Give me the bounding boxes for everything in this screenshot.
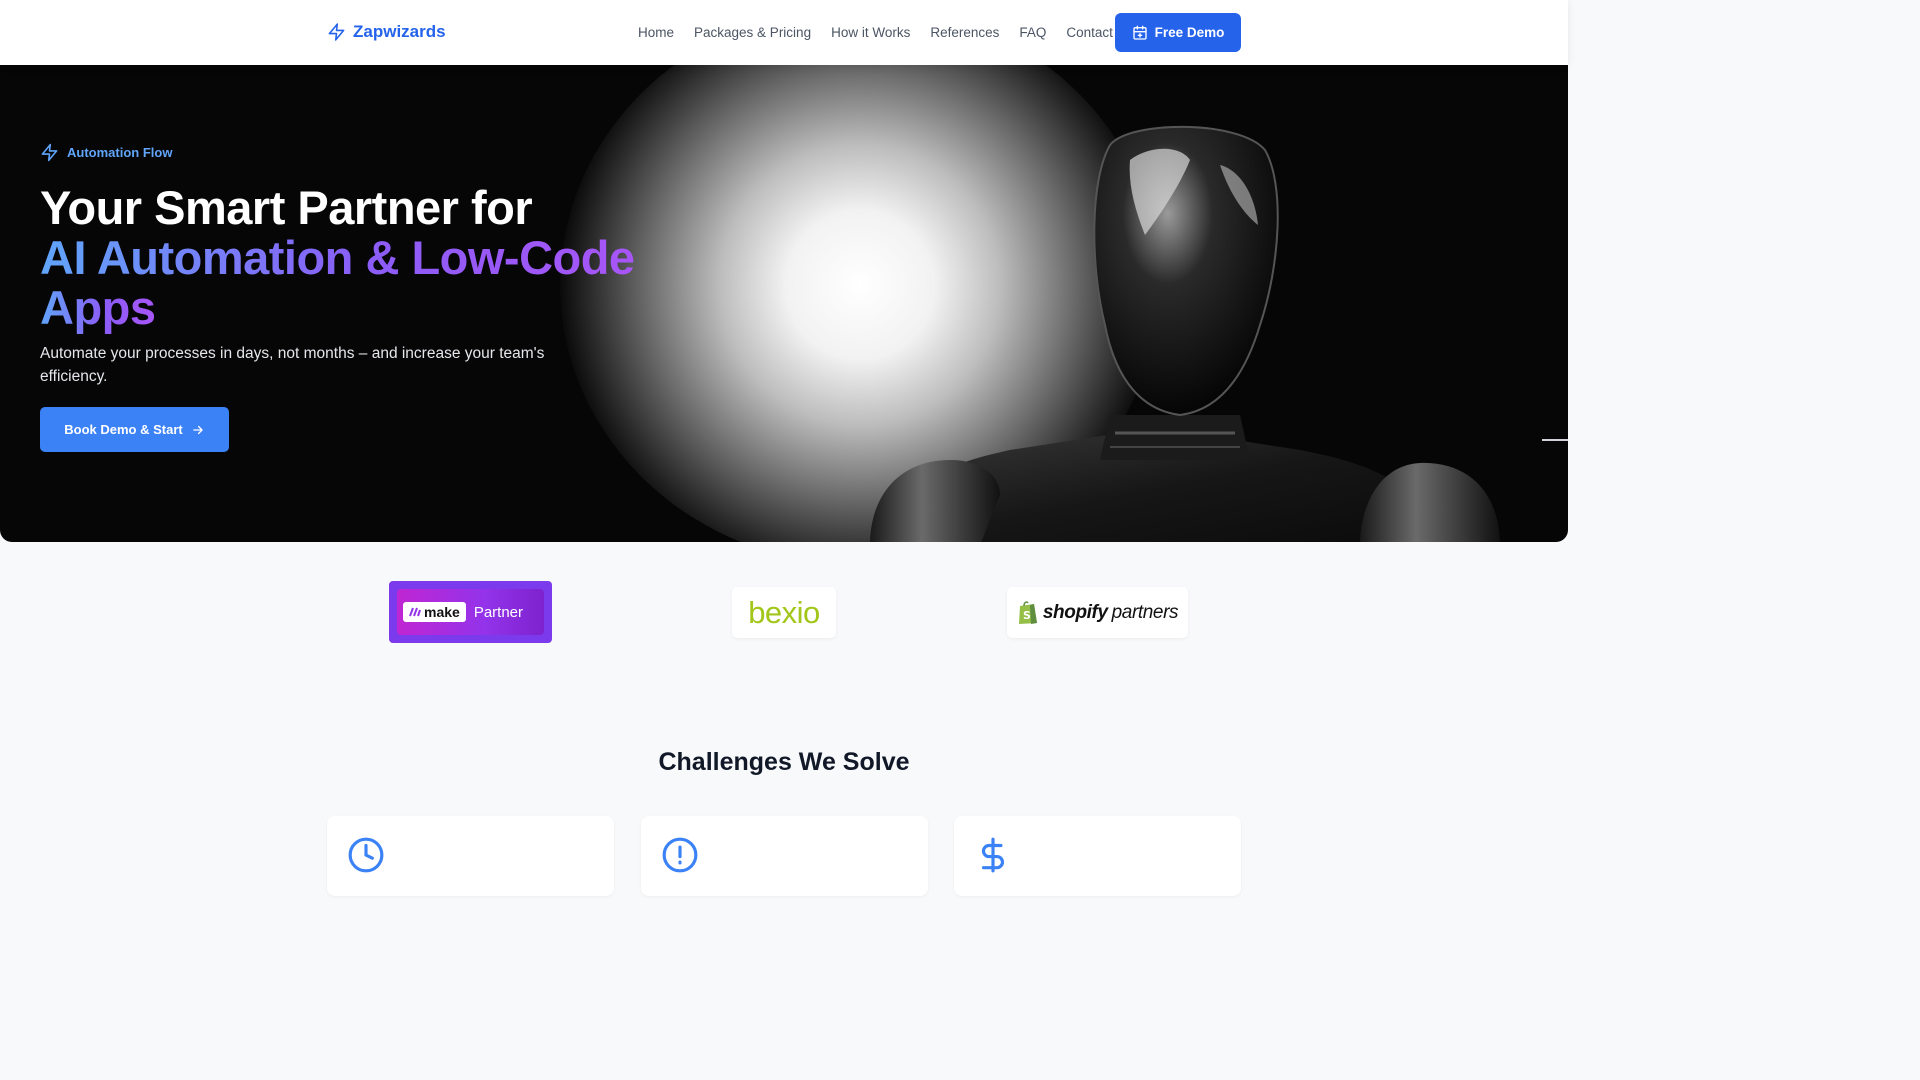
shopify-partners-logo: S shopify partners (1007, 587, 1188, 638)
make-logo: make (403, 602, 466, 622)
hero-section: Automation Flow Your Smart Partner for A… (0, 65, 1568, 542)
challenge-card-costs (954, 816, 1241, 896)
make-mark-icon (409, 607, 421, 617)
hero-eyebrow-label: Automation Flow (67, 145, 173, 160)
arrow-right-icon (193, 425, 203, 434)
book-demo-label: Book Demo & Start (64, 422, 183, 437)
calendar-plus-icon (1132, 25, 1147, 40)
headline-line-1: Your Smart Partner for (40, 181, 533, 234)
shopify-bag-icon: S (1018, 601, 1037, 624)
book-demo-button[interactable]: Book Demo & Start (40, 407, 229, 452)
robot-illustration (870, 125, 1500, 542)
headline-line-3: Apps (40, 281, 156, 334)
lightning-icon (328, 23, 345, 41)
free-demo-label: Free Demo (1154, 25, 1225, 40)
main-nav: Home Packages & Pricing How it Works Ref… (638, 25, 1113, 40)
make-word: make (424, 604, 460, 620)
headline-line-2: AI Automation & Low-Code (40, 231, 635, 284)
make-partner-tag: Partner (473, 603, 524, 621)
hero-eyebrow: Automation Flow (40, 143, 172, 162)
brand-logo[interactable]: Zapwizards (327, 22, 446, 42)
nav-link-faq[interactable]: FAQ (1019, 25, 1046, 40)
make-badge-inner: make Partner (397, 589, 544, 635)
nav-link-references[interactable]: References (930, 25, 999, 40)
challenges-title: Challenges We Solve (658, 748, 910, 776)
free-demo-button[interactable]: Free Demo (1115, 13, 1241, 52)
shopify-partners-tag: partners (1111, 601, 1179, 623)
hero-subtitle: Automate your processes in days, not mon… (40, 345, 545, 385)
bexio-word: bexio (748, 594, 820, 630)
svg-text:S: S (1023, 609, 1031, 622)
nav-link-how-it-works[interactable]: How it Works (831, 25, 910, 40)
nav-link-contact[interactable]: Contact (1066, 25, 1113, 40)
brand-name: Zapwizards (353, 22, 446, 41)
challenge-card-time (327, 816, 614, 896)
nav-link-home[interactable]: Home (638, 25, 674, 40)
hero-divider-line (1542, 439, 1568, 441)
dollar-icon (974, 836, 1012, 874)
lightning-icon (41, 143, 58, 162)
top-navbar: Zapwizards Home Packages & Pricing How i… (0, 0, 1568, 65)
shopify-word: shopify (1042, 601, 1108, 623)
make-partner-badge: make Partner (389, 581, 552, 643)
clock-icon (347, 836, 385, 874)
nav-link-packages[interactable]: Packages & Pricing (694, 25, 811, 40)
hero-headline: Your Smart Partner for AI Automation & L… (40, 183, 635, 333)
alert-circle-icon (661, 836, 699, 874)
bexio-logo: bexio (732, 587, 836, 638)
challenge-card-errors (641, 816, 928, 896)
